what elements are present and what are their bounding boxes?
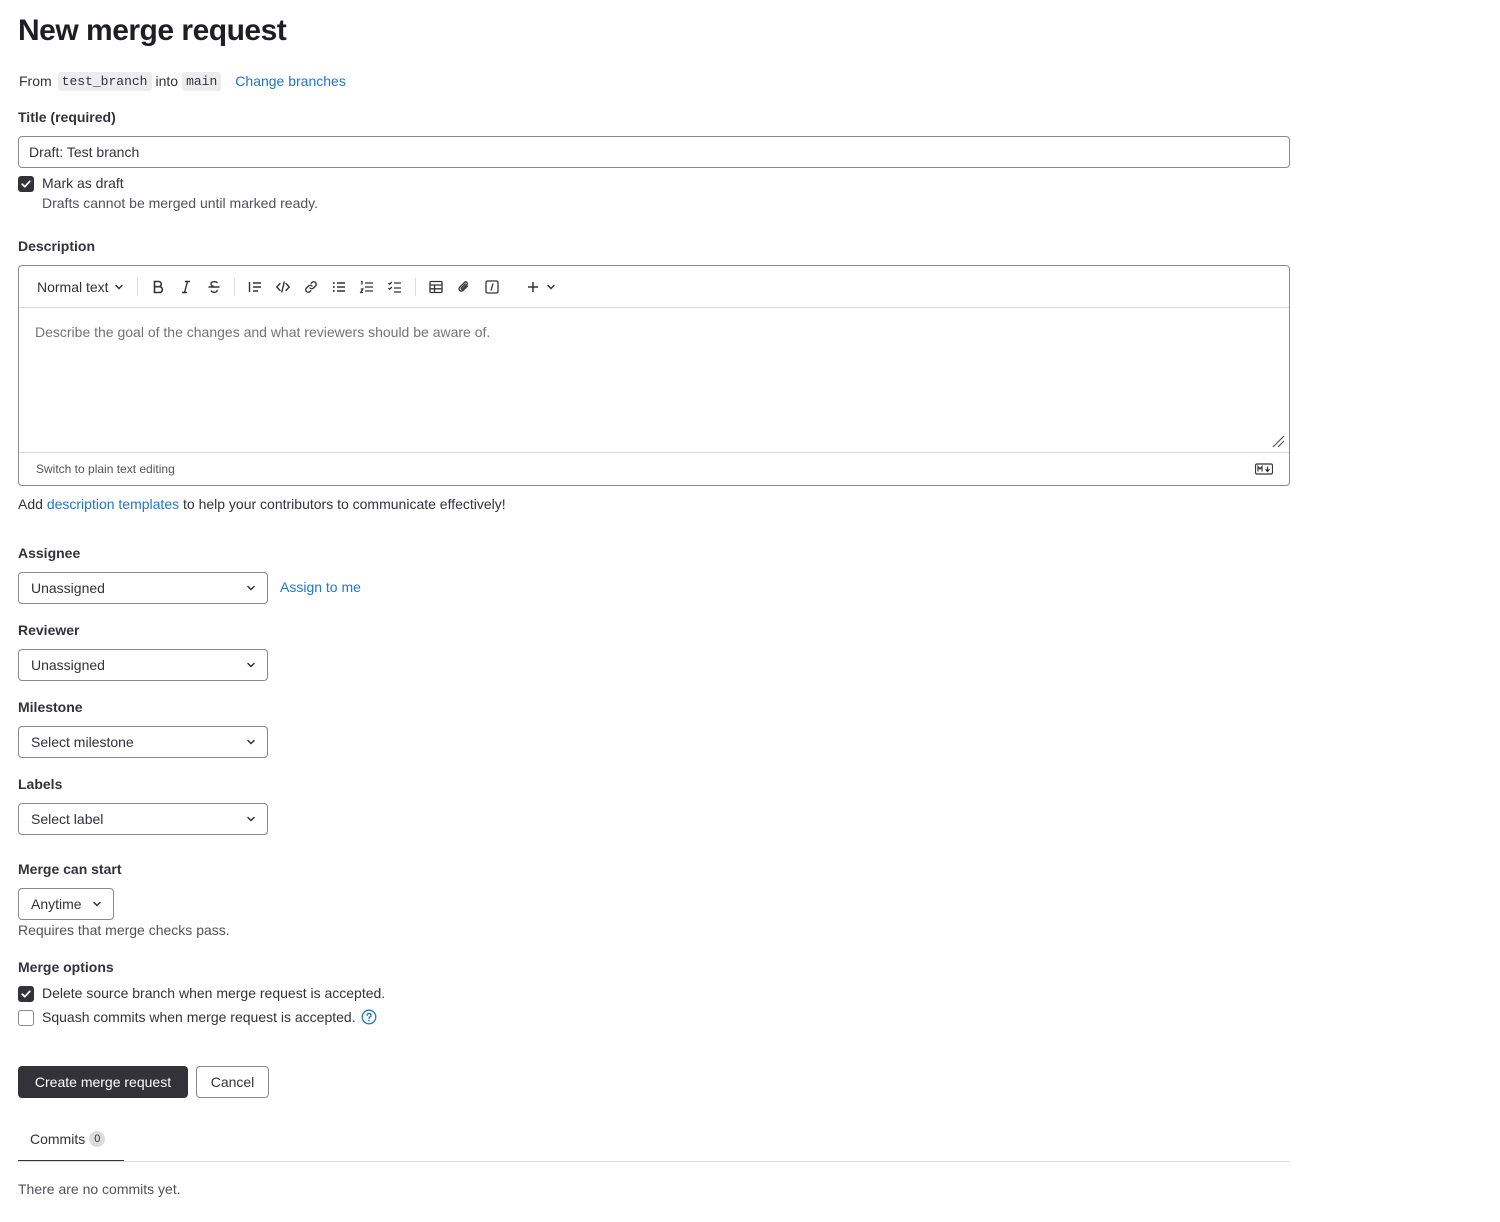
mark-draft-label[interactable]: Mark as draft xyxy=(42,175,124,191)
checkmark-icon xyxy=(21,180,31,188)
templates-hint: Add description templates to help your c… xyxy=(18,496,506,512)
no-commits-text: There are no commits yet. xyxy=(18,1181,181,1197)
from-label: From xyxy=(19,73,52,89)
templates-suffix: to help your contributors to communicate… xyxy=(183,496,506,512)
draft-help-text: Drafts cannot be merged until marked rea… xyxy=(42,195,318,211)
editor-toolbar: Normal text xyxy=(19,266,1289,308)
table-button[interactable] xyxy=(422,273,450,301)
tab-commits-label: Commits xyxy=(30,1131,86,1147)
title-input[interactable]: Draft: Test branch xyxy=(18,136,1290,168)
title-label: Title (required) xyxy=(18,109,116,125)
mark-draft-checkbox[interactable] xyxy=(18,176,34,192)
milestone-select[interactable]: Select milestone xyxy=(18,726,268,758)
assignee-label: Assignee xyxy=(18,545,81,561)
italic-icon xyxy=(181,280,190,293)
text-style-label: Normal text xyxy=(37,278,109,295)
milestone-label: Milestone xyxy=(18,699,83,715)
templates-prefix: Add xyxy=(18,496,43,512)
labels-label: Labels xyxy=(18,776,63,792)
delete-branch-label[interactable]: Delete source branch when merge request … xyxy=(42,985,385,1001)
bold-button[interactable] xyxy=(144,273,172,301)
code-button[interactable] xyxy=(269,273,297,301)
description-textarea[interactable]: Describe the goal of the changes and wha… xyxy=(19,308,1289,453)
link-button[interactable] xyxy=(297,273,325,301)
reviewer-value: Unassigned xyxy=(31,657,105,673)
bullet-list-icon xyxy=(332,281,345,292)
strikethrough-icon xyxy=(208,280,220,293)
chevron-down-icon xyxy=(114,284,123,290)
blockquote-button[interactable] xyxy=(241,273,269,301)
page-title: New merge request xyxy=(18,14,287,47)
switch-plain-text-link[interactable]: Switch to plain text editing xyxy=(36,462,175,476)
table-icon xyxy=(428,280,443,293)
text-style-dropdown[interactable]: Normal text xyxy=(31,273,131,301)
reviewer-label: Reviewer xyxy=(18,622,80,638)
checkmark-icon xyxy=(21,990,31,998)
italic-button[interactable] xyxy=(172,273,200,301)
squash-commits-label[interactable]: Squash commits when merge request is acc… xyxy=(42,1009,356,1025)
task-list-button[interactable] xyxy=(381,273,409,301)
chevron-down-icon xyxy=(247,739,255,745)
reviewer-select[interactable]: Unassigned xyxy=(18,649,268,681)
attachment-icon xyxy=(458,280,468,292)
assign-to-me-link[interactable]: Assign to me xyxy=(280,579,361,595)
chevron-down-icon xyxy=(247,585,255,591)
more-icon xyxy=(484,279,499,294)
toolbar-divider xyxy=(414,277,416,296)
insert-dropdown[interactable] xyxy=(519,273,563,301)
chevron-down-icon xyxy=(93,901,101,907)
toolbar-divider xyxy=(136,277,138,296)
merge-start-help: Requires that merge checks pass. xyxy=(18,922,230,938)
labels-select[interactable]: Select label xyxy=(18,803,268,835)
delete-branch-checkbox[interactable] xyxy=(18,986,34,1002)
change-branches-link[interactable]: Change branches xyxy=(235,73,346,89)
tabs-divider xyxy=(18,1161,1290,1162)
resize-handle-icon[interactable] xyxy=(1271,434,1285,448)
description-templates-link[interactable]: description templates xyxy=(47,496,179,512)
chevron-down-icon xyxy=(247,816,255,822)
branch-info: From test_branch into main Change branch… xyxy=(19,70,346,92)
target-branch: main xyxy=(182,71,222,91)
toolbar-divider xyxy=(233,277,235,296)
cancel-button[interactable]: Cancel xyxy=(196,1066,269,1098)
chevron-down-icon xyxy=(247,662,255,668)
editor-footer: Switch to plain text editing xyxy=(19,452,1289,485)
tab-commits[interactable]: Commits 0 xyxy=(18,1118,124,1162)
into-label: into xyxy=(155,73,179,89)
labels-value: Select label xyxy=(31,811,104,827)
description-label: Description xyxy=(18,238,96,254)
merge-start-label: Merge can start xyxy=(18,861,122,877)
bold-icon xyxy=(153,280,163,293)
chevron-down-icon xyxy=(546,284,555,290)
merge-start-select[interactable]: Anytime xyxy=(18,888,114,920)
commits-count-badge: 0 xyxy=(89,1131,106,1147)
strikethrough-button[interactable] xyxy=(200,273,228,301)
plus-icon xyxy=(527,281,538,292)
assignee-select[interactable]: Unassigned xyxy=(18,572,268,604)
task-list-icon xyxy=(387,281,401,293)
numbered-list-icon xyxy=(359,280,373,293)
milestone-value: Select milestone xyxy=(31,734,134,750)
assignee-value: Unassigned xyxy=(31,580,105,596)
merge-start-value: Anytime xyxy=(31,896,82,912)
source-branch: test_branch xyxy=(57,71,152,91)
link-icon xyxy=(304,280,317,293)
squash-commits-row: Squash commits when merge request is acc… xyxy=(42,1009,377,1025)
description-editor: Normal text Describe the goal of the cha… xyxy=(18,265,1290,486)
help-icon[interactable] xyxy=(361,1009,377,1025)
merge-options-label: Merge options xyxy=(18,959,114,975)
markdown-icon xyxy=(1255,463,1273,475)
numbered-list-button[interactable] xyxy=(353,273,381,301)
blockquote-icon xyxy=(248,281,261,292)
squash-commits-checkbox[interactable] xyxy=(18,1010,34,1026)
attachment-button[interactable] xyxy=(450,273,478,301)
create-merge-request-button[interactable]: Create merge request xyxy=(18,1066,188,1098)
bullet-list-button[interactable] xyxy=(325,273,353,301)
more-formatting-button[interactable] xyxy=(478,273,506,301)
code-icon xyxy=(275,280,290,293)
